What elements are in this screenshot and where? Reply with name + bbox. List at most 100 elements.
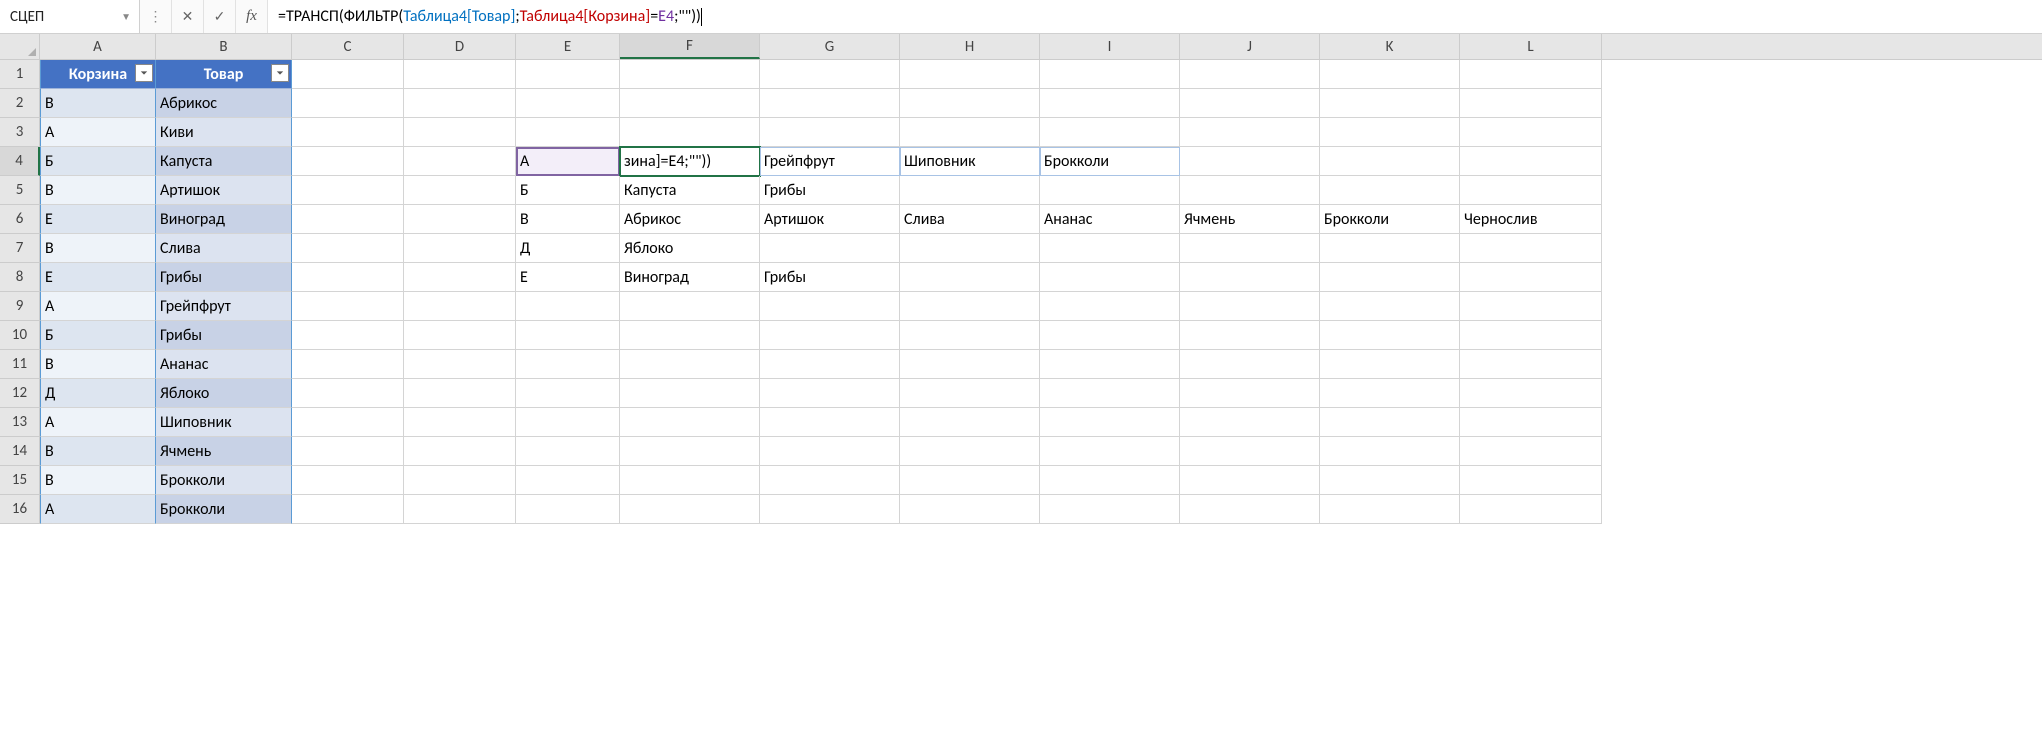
cell-I1[interactable]: [1040, 60, 1180, 89]
cell-E3[interactable]: [516, 118, 620, 147]
cell-H13[interactable]: [900, 408, 1040, 437]
cell-B6[interactable]: Виноград: [156, 205, 292, 234]
cell-D2[interactable]: [404, 89, 516, 118]
cell-B3[interactable]: Киви: [156, 118, 292, 147]
cell-J7[interactable]: [1180, 234, 1320, 263]
cell-L11[interactable]: [1460, 350, 1602, 379]
cell-D12[interactable]: [404, 379, 516, 408]
column-header-B[interactable]: B: [156, 34, 292, 59]
cell-B11[interactable]: Ананас: [156, 350, 292, 379]
cell-E14[interactable]: [516, 437, 620, 466]
cell-G6[interactable]: Артишок: [760, 205, 900, 234]
row-header[interactable]: 11: [0, 350, 40, 379]
cell-J15[interactable]: [1180, 466, 1320, 495]
cell-F13[interactable]: [620, 408, 760, 437]
cell-F15[interactable]: [620, 466, 760, 495]
cell-C10[interactable]: [292, 321, 404, 350]
cell-J9[interactable]: [1180, 292, 1320, 321]
cell-B1[interactable]: Товар: [156, 60, 292, 89]
cell-E10[interactable]: [516, 321, 620, 350]
cell-B13[interactable]: Шиповник: [156, 408, 292, 437]
cell-D7[interactable]: [404, 234, 516, 263]
cell-I9[interactable]: [1040, 292, 1180, 321]
cell-I10[interactable]: [1040, 321, 1180, 350]
row-header[interactable]: 10: [0, 321, 40, 350]
cell-A6[interactable]: Е: [40, 205, 156, 234]
cell-B2[interactable]: Абрикос: [156, 89, 292, 118]
cell-B10[interactable]: Грибы: [156, 321, 292, 350]
cell-C16[interactable]: [292, 495, 404, 524]
cell-E1[interactable]: [516, 60, 620, 89]
cell-F12[interactable]: [620, 379, 760, 408]
row-header[interactable]: 7: [0, 234, 40, 263]
cell-J2[interactable]: [1180, 89, 1320, 118]
cell-K14[interactable]: [1320, 437, 1460, 466]
cell-I3[interactable]: [1040, 118, 1180, 147]
accept-button[interactable]: ✓: [204, 0, 236, 33]
cell-F9[interactable]: [620, 292, 760, 321]
cell-E8[interactable]: Е: [516, 263, 620, 292]
cell-B8[interactable]: Грибы: [156, 263, 292, 292]
cell-G4[interactable]: Грейпфрут: [760, 147, 900, 176]
cell-D14[interactable]: [404, 437, 516, 466]
cell-K7[interactable]: [1320, 234, 1460, 263]
cell-I7[interactable]: [1040, 234, 1180, 263]
cell-E15[interactable]: [516, 466, 620, 495]
cell-L6[interactable]: Чернослив: [1460, 205, 1602, 234]
cell-I5[interactable]: [1040, 176, 1180, 205]
cell-C11[interactable]: [292, 350, 404, 379]
cell-D1[interactable]: [404, 60, 516, 89]
cell-G15[interactable]: [760, 466, 900, 495]
cell-B4[interactable]: Капуста: [156, 147, 292, 176]
cell-L7[interactable]: [1460, 234, 1602, 263]
cell-J11[interactable]: [1180, 350, 1320, 379]
cell-C3[interactable]: [292, 118, 404, 147]
filter-dropdown-icon[interactable]: [135, 64, 153, 82]
cell-L2[interactable]: [1460, 89, 1602, 118]
cell-K4[interactable]: [1320, 147, 1460, 176]
cell-F6[interactable]: Абрикос: [620, 205, 760, 234]
cell-F1[interactable]: [620, 60, 760, 89]
cell-E4[interactable]: А: [516, 147, 620, 176]
cell-F3[interactable]: [620, 118, 760, 147]
cell-L9[interactable]: [1460, 292, 1602, 321]
row-header[interactable]: 9: [0, 292, 40, 321]
cell-C2[interactable]: [292, 89, 404, 118]
cell-L1[interactable]: [1460, 60, 1602, 89]
cell-L3[interactable]: [1460, 118, 1602, 147]
row-header[interactable]: 14: [0, 437, 40, 466]
row-header[interactable]: 3: [0, 118, 40, 147]
column-header-L[interactable]: L: [1460, 34, 1602, 59]
cell-L4[interactable]: [1460, 147, 1602, 176]
cell-B7[interactable]: Слива: [156, 234, 292, 263]
column-header-A[interactable]: A: [40, 34, 156, 59]
cell-H15[interactable]: [900, 466, 1040, 495]
row-header[interactable]: 4: [0, 147, 40, 176]
cell-H6[interactable]: Слива: [900, 205, 1040, 234]
cell-H3[interactable]: [900, 118, 1040, 147]
name-box[interactable]: СЦЕП ▼: [0, 0, 140, 33]
cell-G11[interactable]: [760, 350, 900, 379]
cell-I8[interactable]: [1040, 263, 1180, 292]
cell-J12[interactable]: [1180, 379, 1320, 408]
cell-L15[interactable]: [1460, 466, 1602, 495]
cell-B14[interactable]: Ячмень: [156, 437, 292, 466]
cell-L5[interactable]: [1460, 176, 1602, 205]
cell-D10[interactable]: [404, 321, 516, 350]
cell-D4[interactable]: [404, 147, 516, 176]
cell-F11[interactable]: [620, 350, 760, 379]
row-header[interactable]: 12: [0, 379, 40, 408]
row-header[interactable]: 6: [0, 205, 40, 234]
cell-A16[interactable]: А: [40, 495, 156, 524]
column-header-C[interactable]: C: [292, 34, 404, 59]
cell-D8[interactable]: [404, 263, 516, 292]
cell-I12[interactable]: [1040, 379, 1180, 408]
cell-K15[interactable]: [1320, 466, 1460, 495]
cell-J13[interactable]: [1180, 408, 1320, 437]
row-header[interactable]: 5: [0, 176, 40, 205]
row-header[interactable]: 16: [0, 495, 40, 524]
cell-B5[interactable]: Артишок: [156, 176, 292, 205]
cell-H8[interactable]: [900, 263, 1040, 292]
cell-G14[interactable]: [760, 437, 900, 466]
cell-H2[interactable]: [900, 89, 1040, 118]
